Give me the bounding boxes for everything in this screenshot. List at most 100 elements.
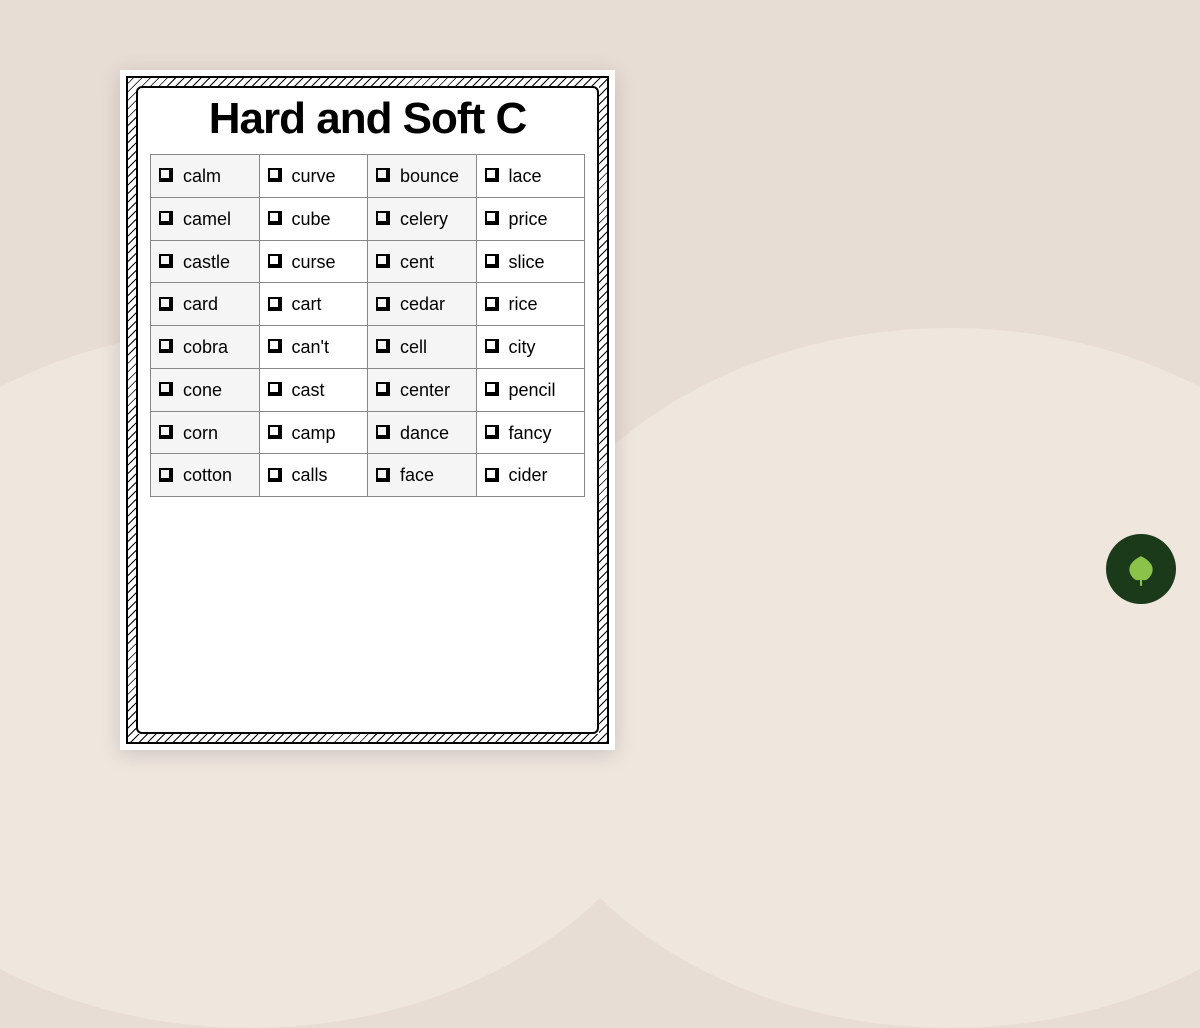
word-cell: center (368, 368, 477, 411)
word-text: cobra (183, 337, 228, 357)
checkbox-icon[interactable] (159, 382, 173, 396)
checkbox-icon[interactable] (376, 297, 390, 311)
word-cell: cobra (151, 326, 260, 369)
checkbox-icon[interactable] (268, 468, 282, 482)
checkbox-icon[interactable] (376, 168, 390, 182)
checkbox-icon[interactable] (268, 297, 282, 311)
table-row: camel cube celery price (151, 197, 585, 240)
word-text: can't (292, 337, 329, 357)
word-cell: calls (259, 454, 368, 497)
word-cell: fancy (476, 411, 585, 454)
word-cell: cast (259, 368, 368, 411)
table-row: cone cast center pencil (151, 368, 585, 411)
word-cell: face (368, 454, 477, 497)
word-cell: calm (151, 155, 260, 198)
word-table: calmcurvebouncelacecamelcubecelerypricec… (150, 154, 585, 497)
word-cell: curse (259, 240, 368, 283)
checkbox-icon[interactable] (159, 211, 173, 225)
word-cell: camel (151, 197, 260, 240)
checkbox-icon[interactable] (485, 425, 499, 439)
word-cell: lace (476, 155, 585, 198)
word-text: center (400, 380, 450, 400)
word-text: cent (400, 251, 434, 271)
word-text: fancy (509, 422, 552, 442)
checkbox-icon[interactable] (268, 339, 282, 353)
word-text: lace (509, 166, 542, 186)
checkbox-icon[interactable] (268, 382, 282, 396)
checkbox-icon[interactable] (376, 468, 390, 482)
word-text: price (509, 209, 548, 229)
checkbox-icon[interactable] (376, 211, 390, 225)
word-cell: celery (368, 197, 477, 240)
word-cell: city (476, 326, 585, 369)
table-row: cobra can't cell city (151, 326, 585, 369)
checkbox-icon[interactable] (159, 468, 173, 482)
word-cell: camp (259, 411, 368, 454)
word-cell: pencil (476, 368, 585, 411)
worksheet-title: Hard and Soft C (150, 94, 585, 144)
word-cell: cent (368, 240, 477, 283)
checkbox-icon[interactable] (268, 168, 282, 182)
checkbox-icon[interactable] (268, 211, 282, 225)
word-text: cast (292, 380, 325, 400)
checkbox-icon[interactable] (159, 425, 173, 439)
table-row: cottoncallsfacecider (151, 454, 585, 497)
checkbox-icon[interactable] (159, 168, 173, 182)
word-text: card (183, 294, 218, 314)
word-text: cedar (400, 294, 445, 314)
word-cell: cube (259, 197, 368, 240)
word-cell: cart (259, 283, 368, 326)
word-cell: cedar (368, 283, 477, 326)
word-cell: rice (476, 283, 585, 326)
checkbox-icon[interactable] (268, 254, 282, 268)
word-cell: corn (151, 411, 260, 454)
word-text: cell (400, 337, 427, 357)
checkbox-icon[interactable] (376, 254, 390, 268)
checkbox-icon[interactable] (268, 425, 282, 439)
checkbox-icon[interactable] (485, 211, 499, 225)
word-text: camp (292, 422, 336, 442)
word-cell: cell (368, 326, 477, 369)
word-text: dance (400, 422, 449, 442)
word-text: pencil (509, 380, 556, 400)
checkbox-icon[interactable] (485, 254, 499, 268)
table-row: calm curve bounce lace (151, 155, 585, 198)
word-text: camel (183, 209, 231, 229)
word-text: face (400, 465, 434, 485)
word-text: cone (183, 380, 222, 400)
word-text: castle (183, 251, 230, 271)
checkbox-icon[interactable] (376, 425, 390, 439)
word-cell: cone (151, 368, 260, 411)
word-text: slice (509, 251, 545, 271)
word-text: curve (292, 166, 336, 186)
checkbox-icon[interactable] (376, 339, 390, 353)
checkbox-icon[interactable] (485, 168, 499, 182)
checkbox-icon[interactable] (485, 468, 499, 482)
word-cell: card (151, 283, 260, 326)
word-cell: can't (259, 326, 368, 369)
table-row: corn camp dance fancy (151, 411, 585, 454)
word-text: city (509, 337, 536, 357)
word-cell: castle (151, 240, 260, 283)
table-row: castle curse cent slice (151, 240, 585, 283)
word-cell: cotton (151, 454, 260, 497)
word-cell: slice (476, 240, 585, 283)
checkbox-icon[interactable] (159, 254, 173, 268)
word-cell: curve (259, 155, 368, 198)
word-text: rice (509, 294, 538, 314)
checkbox-icon[interactable] (159, 339, 173, 353)
word-text: cube (292, 209, 331, 229)
checkbox-icon[interactable] (376, 382, 390, 396)
checkbox-icon[interactable] (159, 297, 173, 311)
word-cell: price (476, 197, 585, 240)
word-text: celery (400, 209, 448, 229)
checkbox-icon[interactable] (485, 382, 499, 396)
checkbox-icon[interactable] (485, 297, 499, 311)
table-row: card cart cedar rice (151, 283, 585, 326)
word-text: cart (292, 294, 322, 314)
word-text: calls (292, 465, 328, 485)
word-cell: bounce (368, 155, 477, 198)
word-text: cotton (183, 465, 232, 485)
checkbox-icon[interactable] (485, 339, 499, 353)
word-text: curse (292, 251, 336, 271)
